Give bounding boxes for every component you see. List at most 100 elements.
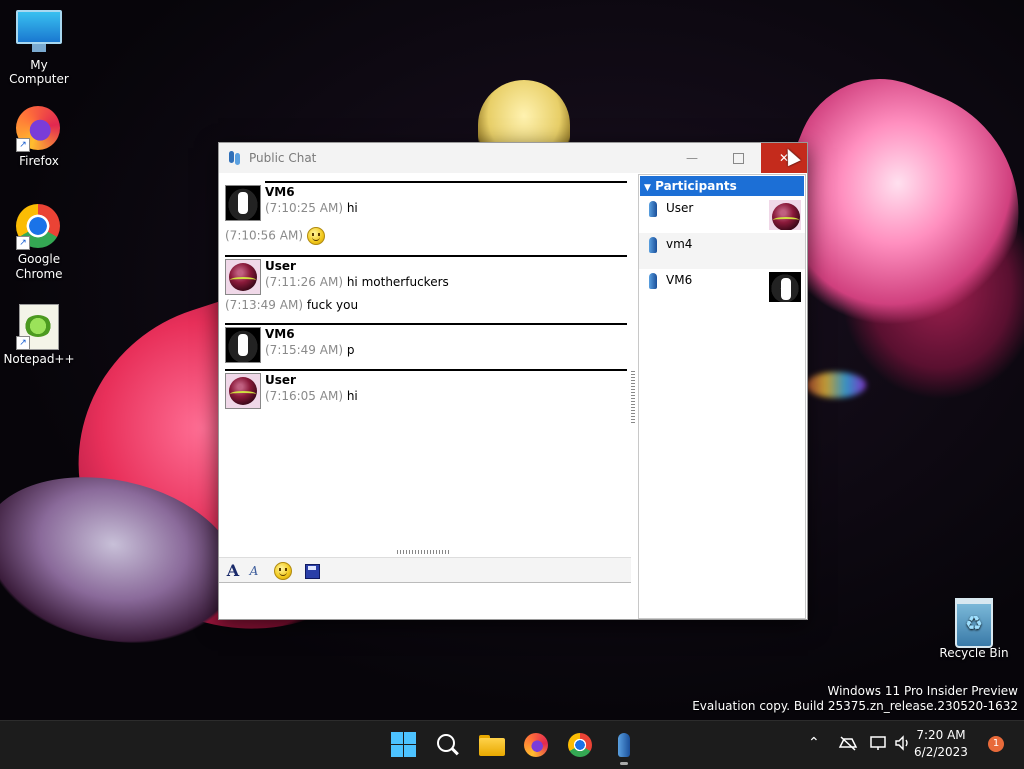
taskbar: ⌃ 7:20 AM 6/2/2023 1 xyxy=(0,720,1024,769)
smiley-icon xyxy=(306,227,325,245)
participant-item[interactable]: User xyxy=(639,197,805,233)
desktop-icon-recycle-bin[interactable]: ♻ Recycle Bin xyxy=(936,598,1012,660)
chrome-taskbar-button[interactable] xyxy=(566,731,594,759)
maximize-button[interactable] xyxy=(715,143,761,173)
message-timestamp: (7:10:25 AM) xyxy=(265,201,343,215)
font-color-icon[interactable]: A xyxy=(245,562,263,580)
message-sender: VM6 xyxy=(265,185,295,199)
font-icon[interactable]: A xyxy=(224,562,242,580)
smiley-icon xyxy=(274,562,292,580)
file-explorer-icon xyxy=(479,738,505,756)
minimize-button[interactable]: — xyxy=(669,143,715,173)
chat-app-icon xyxy=(229,151,240,165)
message-sender: User xyxy=(265,259,296,273)
maximize-icon xyxy=(732,153,744,164)
desktop-icon-label: My Computer xyxy=(9,58,69,86)
message-group: User (7:11:26 AM) hi motherfuckers (7:13… xyxy=(225,255,627,313)
message-group: VM6 (7:15:49 AM) p xyxy=(225,323,627,363)
chat-app-icon xyxy=(618,733,630,757)
message-line: (7:10:56 AM) xyxy=(225,227,627,245)
message-line: (7:16:05 AM) hi xyxy=(265,388,358,404)
notification-badge[interactable]: 1 xyxy=(988,736,1004,752)
desktop-icon-label: Notepad++ xyxy=(3,352,75,366)
chat-app-taskbar-button[interactable] xyxy=(610,731,638,759)
message-line: (7:15:49 AM) p xyxy=(265,342,354,358)
participant-item[interactable]: vm4 xyxy=(639,233,805,269)
ball-avatar xyxy=(769,200,801,230)
start-icon-tile xyxy=(404,745,416,757)
chat-history[interactable]: VM6 (7:10:25 AM) hi (7:10:56 AM) User (7… xyxy=(219,174,633,550)
person-icon xyxy=(649,201,657,217)
participant-name: User xyxy=(666,201,694,215)
chevron-down-icon: ▼ xyxy=(644,183,651,193)
firefox-icon xyxy=(524,733,548,757)
emoticon-button[interactable] xyxy=(274,562,292,580)
monitor-icon xyxy=(16,10,62,56)
participant-name: vm4 xyxy=(666,237,693,251)
running-indicator xyxy=(620,762,628,765)
windows-watermark: Windows 11 Pro Insider Preview Evaluatio… xyxy=(692,684,1018,714)
message-line: (7:11:26 AM) hi motherfuckers xyxy=(265,274,449,290)
dog-avatar xyxy=(225,185,261,221)
clock-date: 6/2/2023 xyxy=(914,745,968,759)
dog-avatar xyxy=(769,272,801,302)
search-button[interactable] xyxy=(434,731,462,759)
desktop-icon-label: Recycle Bin xyxy=(939,646,1009,660)
save-icon xyxy=(304,563,320,579)
desktop-icon-label: Firefox xyxy=(19,154,59,168)
participant-item[interactable]: VM6 xyxy=(639,269,805,305)
message-sender: User xyxy=(265,373,296,387)
horizontal-splitter[interactable] xyxy=(397,550,451,554)
desktop-icon-chrome[interactable]: ↗ Google Chrome xyxy=(1,204,77,282)
window-title: Public Chat xyxy=(249,151,317,165)
desktop-icon-my-computer[interactable]: My Computer xyxy=(1,10,77,86)
person-icon xyxy=(649,273,657,289)
chrome-icon: ↗ xyxy=(16,204,62,250)
participants-title: Participants xyxy=(655,179,737,193)
message-timestamp: (7:13:49 AM) xyxy=(225,298,303,312)
vertical-splitter[interactable] xyxy=(631,371,635,423)
display-icon[interactable] xyxy=(870,735,888,755)
message-text: hi motherfuckers xyxy=(346,275,449,289)
ball-avatar xyxy=(225,259,261,295)
desktop-icon-notepadpp[interactable]: ↗ Notepad++ xyxy=(1,304,77,366)
message-text: hi xyxy=(346,201,358,215)
start-icon-tile xyxy=(391,745,403,757)
notepadpp-icon: ↗ xyxy=(16,304,62,350)
watermark-build: Evaluation copy. Build 25375.zn_release.… xyxy=(692,699,1018,713)
system-clock[interactable]: 7:20 AM 6/2/2023 xyxy=(900,727,982,761)
message-line: (7:10:25 AM) hi xyxy=(265,200,358,216)
message-text: fuck you xyxy=(306,298,359,312)
desktop-icon-label: Google Chrome xyxy=(15,252,63,281)
watermark-edition: Windows 11 Pro Insider Preview xyxy=(827,684,1018,698)
person-icon xyxy=(649,237,657,253)
format-toolbar: A A xyxy=(219,557,631,583)
participants-header[interactable]: ▼ Participants xyxy=(640,176,804,196)
start-icon-tile xyxy=(404,732,416,744)
public-chat-window: Public Chat — ✕ VM6 (7:10:25 AM) hi (7:1… xyxy=(218,142,808,620)
shortcut-arrow-icon: ↗ xyxy=(16,138,30,152)
message-group: VM6 (7:10:25 AM) hi (7:10:56 AM) xyxy=(225,181,627,245)
file-explorer-button[interactable] xyxy=(478,731,506,759)
chevron-up-icon[interactable]: ⌃ xyxy=(808,735,820,751)
desktop-icon-firefox[interactable]: ↗ Firefox xyxy=(1,106,77,168)
message-timestamp: (7:15:49 AM) xyxy=(265,343,343,357)
participants-panel: ▼ Participants User vm4 VM6 xyxy=(638,174,806,619)
start-icon xyxy=(391,732,403,744)
firefox-taskbar-button[interactable] xyxy=(522,731,550,759)
ball-avatar xyxy=(225,373,261,409)
message-group: User (7:16:05 AM) hi xyxy=(225,369,627,409)
clock-time: 7:20 AM xyxy=(916,728,966,742)
message-sender: VM6 xyxy=(265,327,295,341)
wallpaper-glint xyxy=(806,372,866,398)
message-timestamp: (7:11:26 AM) xyxy=(265,275,343,289)
message-text: p xyxy=(346,343,355,357)
save-button[interactable] xyxy=(303,562,321,580)
network-off-icon[interactable] xyxy=(838,735,858,755)
firefox-icon: ↗ xyxy=(16,106,62,152)
shortcut-arrow-icon: ↗ xyxy=(16,336,30,350)
message-input[interactable] xyxy=(219,583,631,618)
dog-avatar xyxy=(225,327,261,363)
start-button[interactable] xyxy=(390,731,418,759)
title-bar[interactable]: Public Chat — ✕ xyxy=(219,143,807,173)
